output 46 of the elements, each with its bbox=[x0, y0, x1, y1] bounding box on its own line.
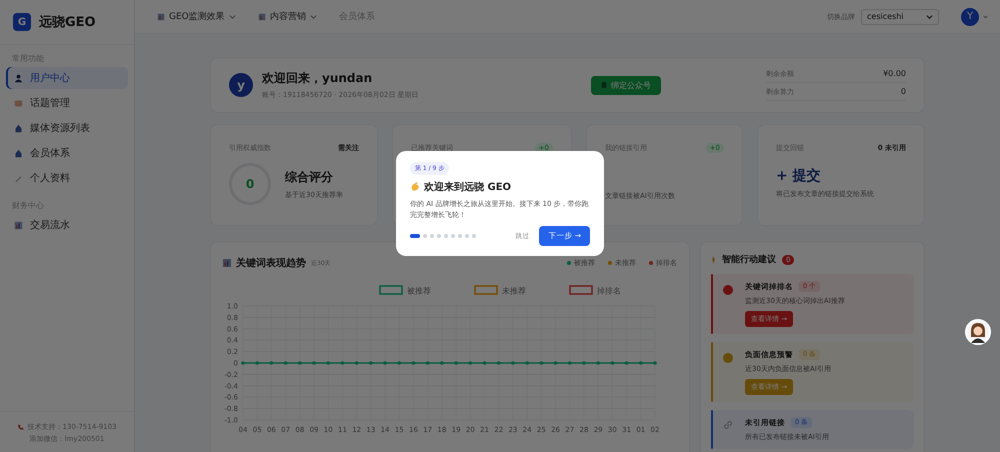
bind-account-button[interactable]: 绑定公众号 bbox=[591, 76, 661, 94]
building-icon bbox=[14, 148, 23, 158]
sidebar-item[interactable]: 用户中心 bbox=[6, 67, 128, 89]
user-icon bbox=[14, 74, 23, 82]
chart-icon bbox=[157, 12, 165, 20]
legend-item[interactable]: 未推荐 bbox=[474, 285, 526, 296]
phone-icon bbox=[601, 81, 607, 89]
score-ring: 0 bbox=[229, 163, 271, 205]
welcome-title: 欢迎回来，yundan bbox=[262, 70, 374, 87]
sidebar-item[interactable]: 话题管理 bbox=[6, 92, 128, 114]
chart-title: 关键词表现趋势 bbox=[236, 256, 306, 270]
link-icon bbox=[723, 420, 733, 430]
sidebar-item[interactable]: 会员体系 bbox=[6, 142, 128, 164]
sidebar-item[interactable]: 交易流水 bbox=[6, 214, 128, 236]
brand-name: 远骁GEO bbox=[39, 14, 96, 31]
logo-mark: G bbox=[13, 13, 31, 31]
legend-item[interactable]: 掉排名 bbox=[569, 285, 621, 296]
user-avatar[interactable]: Y bbox=[961, 8, 979, 26]
brand-select[interactable]: cesiceshi bbox=[861, 8, 939, 24]
status-dot bbox=[723, 285, 733, 295]
panel-title: 智能行动建议 bbox=[722, 253, 776, 266]
status-dot bbox=[723, 353, 733, 363]
balance-value: 0 bbox=[900, 87, 906, 97]
step-indicator bbox=[410, 234, 476, 238]
legend-item[interactable]: 被推荐 bbox=[379, 285, 431, 296]
caret-icon bbox=[926, 13, 933, 20]
dialog-title: 欢迎来到远骁 GEO bbox=[424, 180, 512, 194]
submit-link[interactable]: + 提交 bbox=[776, 167, 906, 185]
legend-label: 掉排名 bbox=[597, 286, 621, 296]
legend-label: 被推荐 bbox=[407, 286, 431, 296]
sidebar-item[interactable]: 媒体资源列表 bbox=[6, 117, 128, 139]
chart-icon bbox=[14, 220, 23, 230]
balance-value: ¥0.00 bbox=[883, 69, 906, 79]
nav-menu[interactable]: 内容营销 bbox=[258, 10, 317, 23]
user-avatar: y bbox=[229, 73, 253, 97]
legend-label: 未推荐 bbox=[502, 286, 526, 296]
caret-icon[interactable] bbox=[983, 14, 988, 19]
phone-icon bbox=[17, 424, 24, 430]
nav-menu[interactable]: GEO监测效果 bbox=[157, 10, 236, 23]
chart-icon bbox=[223, 259, 231, 267]
assistant-avatar[interactable] bbox=[965, 319, 991, 345]
sidebar-item[interactable]: 个人资料 bbox=[6, 167, 128, 189]
score-title: 综合评分 bbox=[285, 168, 334, 186]
building-icon bbox=[14, 124, 23, 132]
pen-icon bbox=[14, 174, 23, 182]
chart-icon bbox=[258, 12, 266, 20]
